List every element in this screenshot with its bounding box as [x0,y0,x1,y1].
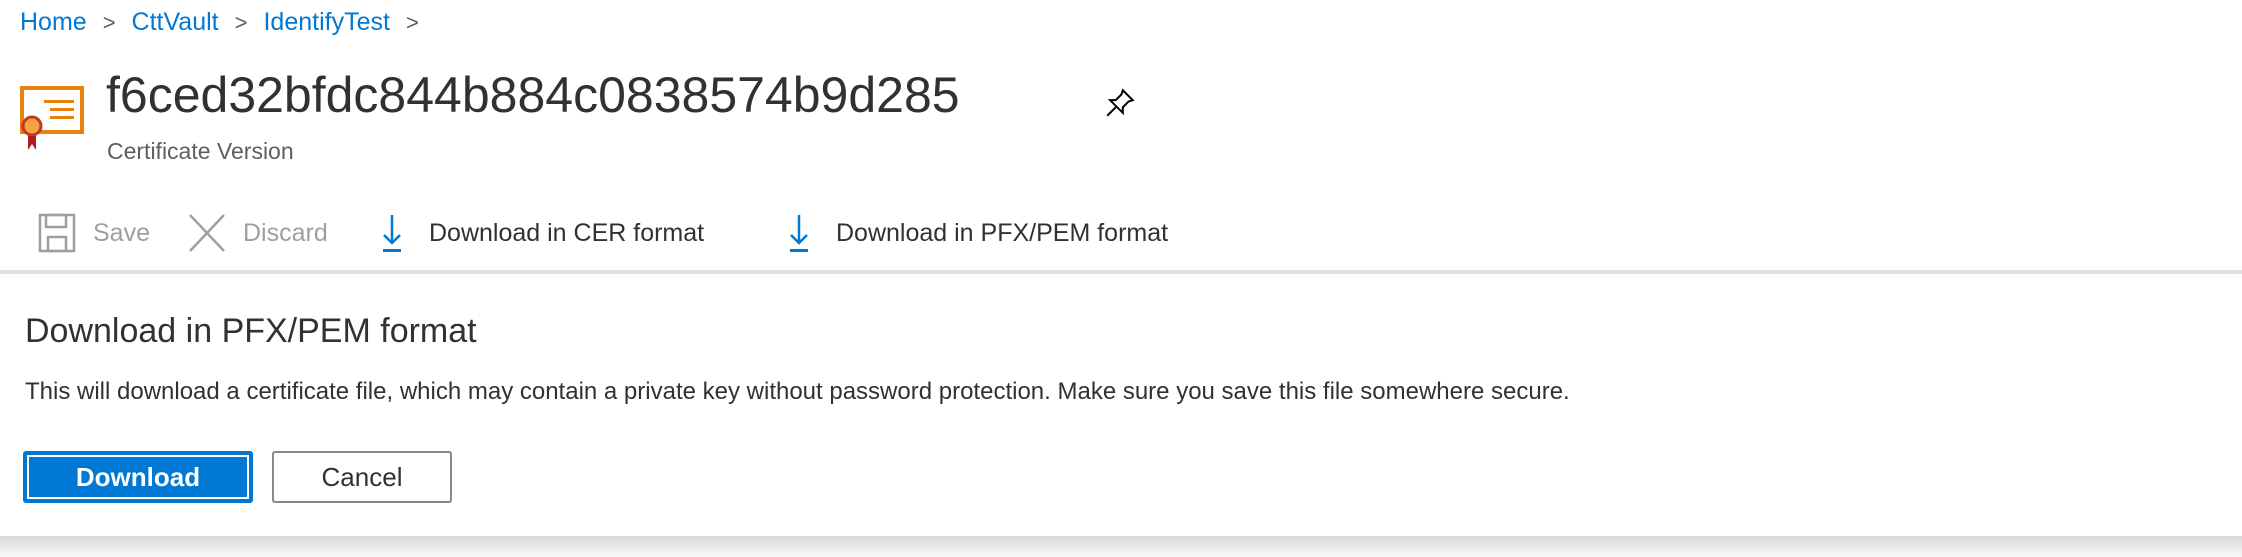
panel-heading: Download in PFX/PEM format [25,312,477,350]
download-icon [383,215,401,252]
breadcrumb-identifytest[interactable]: IdentifyTest [263,8,389,37]
certificate-icon [20,86,84,150]
page-subtitle: Certificate Version [107,138,294,164]
download-button[interactable]: Download [23,451,253,503]
close-icon [189,214,225,252]
page-title: f6ced32bfdc844b884c0838574b9d285 [106,67,960,123]
cancel-button[interactable]: Cancel [272,451,452,503]
panel-shadow [0,536,2242,557]
download-pfx-label: Download in PFX/PEM format [836,218,1169,247]
pin-icon[interactable] [1103,84,1137,122]
chevron-right-icon: > [234,9,248,35]
save-button[interactable]: Save [38,210,150,256]
chevron-right-icon: > [102,9,116,35]
download-pfx-button[interactable]: Download in PFX/PEM format [788,210,1168,256]
save-icon [38,213,76,253]
breadcrumb-home[interactable]: Home [20,8,87,37]
discard-label: Discard [243,218,328,247]
download-icon [790,215,808,252]
breadcrumb: Home > CttVault > IdentifyTest > [20,8,435,37]
chevron-right-icon: > [405,9,419,35]
discard-button[interactable]: Discard [188,210,328,256]
download-cer-label: Download in CER format [429,218,705,247]
divider [0,270,2242,274]
command-bar: Save Discard Download in CER format Down… [0,210,2242,256]
panel-message: This will download a certificate file, w… [25,378,1570,405]
breadcrumb-cttvault[interactable]: CttVault [132,8,219,37]
download-cer-button[interactable]: Download in CER format [381,210,704,256]
save-label: Save [93,218,150,247]
